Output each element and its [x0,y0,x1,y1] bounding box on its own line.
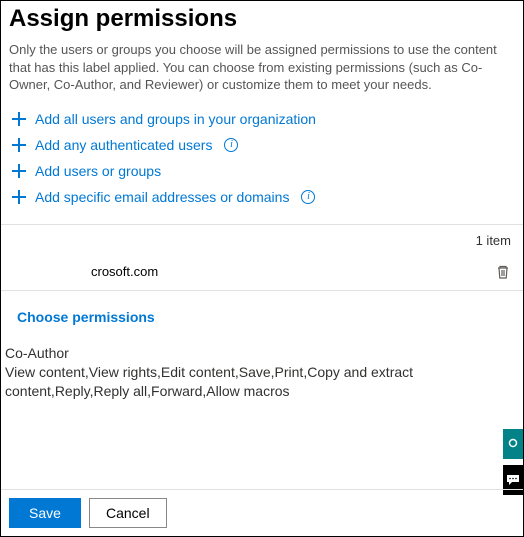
row-value: crosoft.com [91,264,158,279]
add-authenticated-link[interactable]: Add any authenticated users i [11,132,513,158]
add-links-section: Add all users and groups in your organiz… [1,106,523,220]
side-tabs [503,429,523,495]
info-icon[interactable]: i [301,190,315,204]
plus-icon [11,163,27,179]
plus-icon [11,111,27,127]
save-button[interactable]: Save [9,498,81,528]
link-label: Add any authenticated users [35,137,212,153]
add-email-link[interactable]: Add specific email addresses or domains … [11,184,513,210]
table-row: crosoft.com [1,254,523,291]
link-label: Add specific email addresses or domains [35,189,289,205]
page-description: Only the users or groups you choose will… [1,41,523,106]
link-label: Add all users and groups in your organiz… [35,111,316,127]
item-count: 1 item [1,225,523,254]
cancel-button[interactable]: Cancel [89,498,167,528]
add-users-link[interactable]: Add users or groups [11,158,513,184]
footer: Save Cancel [1,489,523,536]
page-title: Assign permissions [9,5,515,33]
plus-icon [11,137,27,153]
info-icon[interactable]: i [224,138,238,152]
choose-permissions-link[interactable]: Choose permissions [17,309,155,325]
plus-icon [11,189,27,205]
role-name: Co-Author [1,335,523,363]
permissions-list: View content,View rights,Edit content,Sa… [1,363,523,401]
add-all-users-link[interactable]: Add all users and groups in your organiz… [11,106,513,132]
help-tab[interactable] [503,429,523,459]
delete-icon[interactable] [495,264,511,280]
link-label: Add users or groups [35,163,161,179]
